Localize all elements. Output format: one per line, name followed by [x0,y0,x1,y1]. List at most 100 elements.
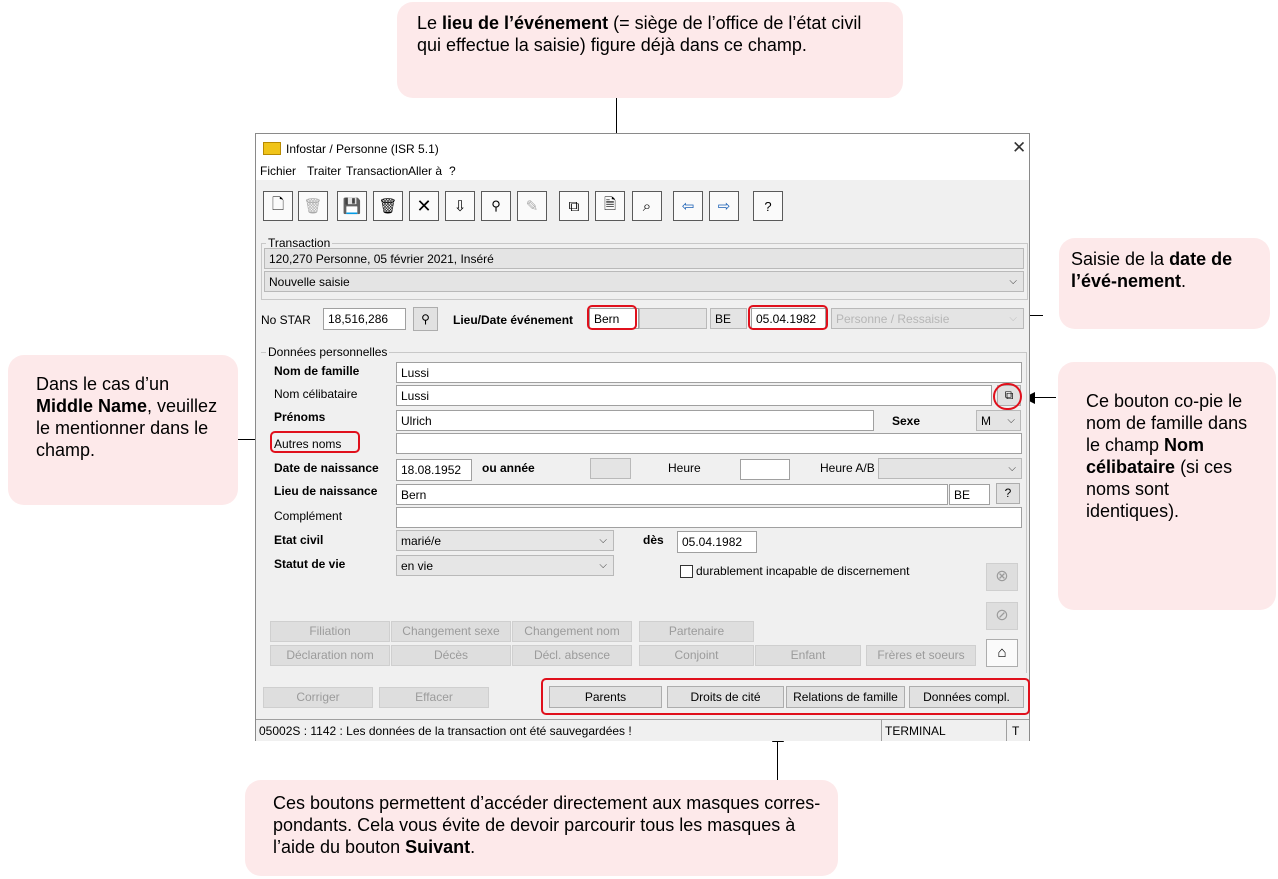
forward-arrow-icon[interactable]: ⇨ [709,191,739,221]
conjoint-button: Conjoint [639,645,754,666]
status-sep-2 [1006,720,1007,741]
trash-disabled-icon: 🗑 [298,191,328,221]
delete-icon[interactable]: 🗑 [373,191,403,221]
window-title: Infostar / Personne (ISR 5.1) [286,142,439,156]
menu-bar: Fichier Traiter Transaction Aller à ? [256,162,1029,180]
donnees-compl-button[interactable]: Données compl. [909,686,1024,708]
search-star-button[interactable]: ⚲ [413,307,438,331]
lieu-naissance-label: Lieu de naissance [274,484,378,498]
decl-absence-button: Décl. absence [512,645,632,666]
new-icon[interactable]: 🗋 [263,191,293,221]
event-canton: BE [710,308,747,329]
highlight-event-place [587,305,637,330]
menu-help[interactable]: ? [449,164,456,178]
annee-field [590,458,631,479]
relations-famille-button[interactable]: Relations de famille [786,686,905,708]
heure-ab-select[interactable]: ⌵ [878,458,1022,479]
save-icon[interactable]: 💾 [337,191,367,221]
event-place-extra [639,308,707,329]
callout-event-place: Le lieu de l’événement (= siège de l’off… [397,2,903,98]
heure-label: Heure [668,461,701,475]
highlight-copy-button [993,383,1022,410]
nom-celibataire-field[interactable]: Lussi [396,385,992,406]
home-icon[interactable]: ⌂ [986,639,1018,667]
nom-famille-label: Nom de famille [274,364,360,378]
statut-vie-select[interactable]: en vie ⌵ [396,555,614,576]
sexe-label: Sexe [892,414,921,428]
changement-sexe-button: Changement sexe [391,621,511,642]
partenaire-button: Partenaire [639,621,754,642]
document-icon[interactable]: 🗎 [595,191,625,221]
help-icon[interactable]: ? [753,191,783,221]
des-label: dès [643,533,664,547]
discernement-checkbox[interactable] [680,565,693,578]
prenoms-label: Prénoms [274,410,326,424]
sexe-select[interactable]: M ⌵ [976,410,1021,431]
parents-button[interactable]: Parents [549,686,662,708]
date-naissance-label: Date de naissance [274,461,379,475]
highlight-autres-noms [270,431,360,453]
prenoms-field[interactable]: Ulrich [396,410,874,431]
status-flag: T [1012,724,1020,738]
des-field[interactable]: 05.04.1982 [677,531,757,553]
no-star-label: No STAR [261,313,311,327]
arrow-line-copy [1034,397,1056,398]
transaction-mode-select[interactable]: Nouvelle saisie ⌵ [264,271,1024,292]
enfant-button: Enfant [755,645,861,666]
event-label: Lieu/Date événement [453,313,574,327]
side-disabled-icon-1: ⊗ [986,563,1018,591]
close-icon[interactable]: ✕ [1012,138,1026,158]
etat-civil-label: Etat civil [274,533,324,547]
heure-field[interactable] [740,459,790,480]
menu-fichier[interactable]: Fichier [260,164,296,178]
freres-soeurs-button: Frères et soeurs [866,645,976,666]
infostar-window: Infostar / Personne (ISR 5.1) ✕ Fichier … [255,133,1030,741]
corriger-button: Corriger [263,687,373,708]
lieu-help-button[interactable]: ? [996,483,1020,504]
discernement-label: durablement incapable de discernement [696,564,910,578]
highlight-event-date [748,305,828,330]
callout-copy-name: Ce bouton co-pie le nom de famille dans … [1058,362,1276,610]
effacer-button: Effacer [379,687,489,708]
arrow-line-middle [238,439,256,440]
cancel-icon[interactable]: ✕ [409,191,439,221]
edit-disabled-icon: ✎ [517,191,547,221]
app-icon [263,142,281,155]
menu-traiter[interactable]: Traiter [307,164,341,178]
lieu-canton-field[interactable]: BE [949,484,990,505]
status-sep-1 [881,720,882,741]
nom-celibataire-label: Nom célibataire [274,387,358,401]
ghost-select: Personne / Ressaisie ⌵ [831,308,1024,329]
droits-cite-button[interactable]: Droits de cité [667,686,784,708]
menu-transaction[interactable]: Transaction [346,164,408,178]
copy-icon[interactable]: ⧉ [559,191,589,221]
date-naissance-field[interactable]: 18.08.1952 [396,459,472,481]
title-bar: Infostar / Personne (ISR 5.1) ✕ [256,134,1029,162]
declaration-nom-button: Déclaration nom [270,645,390,666]
lieu-naissance-field[interactable]: Bern [396,484,948,505]
callout-nav-buttons: Ces boutons permettent d’accéder directe… [245,780,838,876]
menu-aller[interactable]: Aller à [408,164,442,178]
chevron-down-icon: ⌵ [1009,276,1017,287]
status-message: 05002S : 1142 : Les données de la transa… [259,724,632,738]
autres-noms-field[interactable] [396,433,1022,454]
search-doc-icon[interactable]: ⌕ [632,191,662,221]
no-star-field[interactable]: 18,516,286 [323,308,406,330]
transaction-info: 120,270 Personne, 05 février 2021, Insér… [264,248,1024,269]
complement-field[interactable] [396,507,1022,528]
complement-label: Complément [274,509,343,523]
binoculars-icon[interactable]: ⚲ [481,191,511,221]
ou-annee-label: ou année [482,461,535,475]
arrow-line-bottom [777,742,778,780]
back-arrow-icon[interactable]: ⇦ [673,191,703,221]
heure-ab-label: Heure A/B [820,461,875,475]
callout-middle-name: Dans le cas d’un Middle Name, veuillez l… [8,355,238,505]
nom-famille-field[interactable]: Lussi [396,362,1022,383]
callout-event-date: Saisie de la date de l’évé-nement. [1059,238,1270,329]
status-bar: 05002S : 1142 : Les données de la transa… [256,719,1029,741]
filter-icon[interactable]: ⇩ [445,191,475,221]
deces-button: Décès [391,645,511,666]
status-terminal: TERMINAL [885,724,946,738]
changement-nom-button: Changement nom [512,621,632,642]
etat-civil-select[interactable]: marié/e ⌵ [396,530,614,551]
